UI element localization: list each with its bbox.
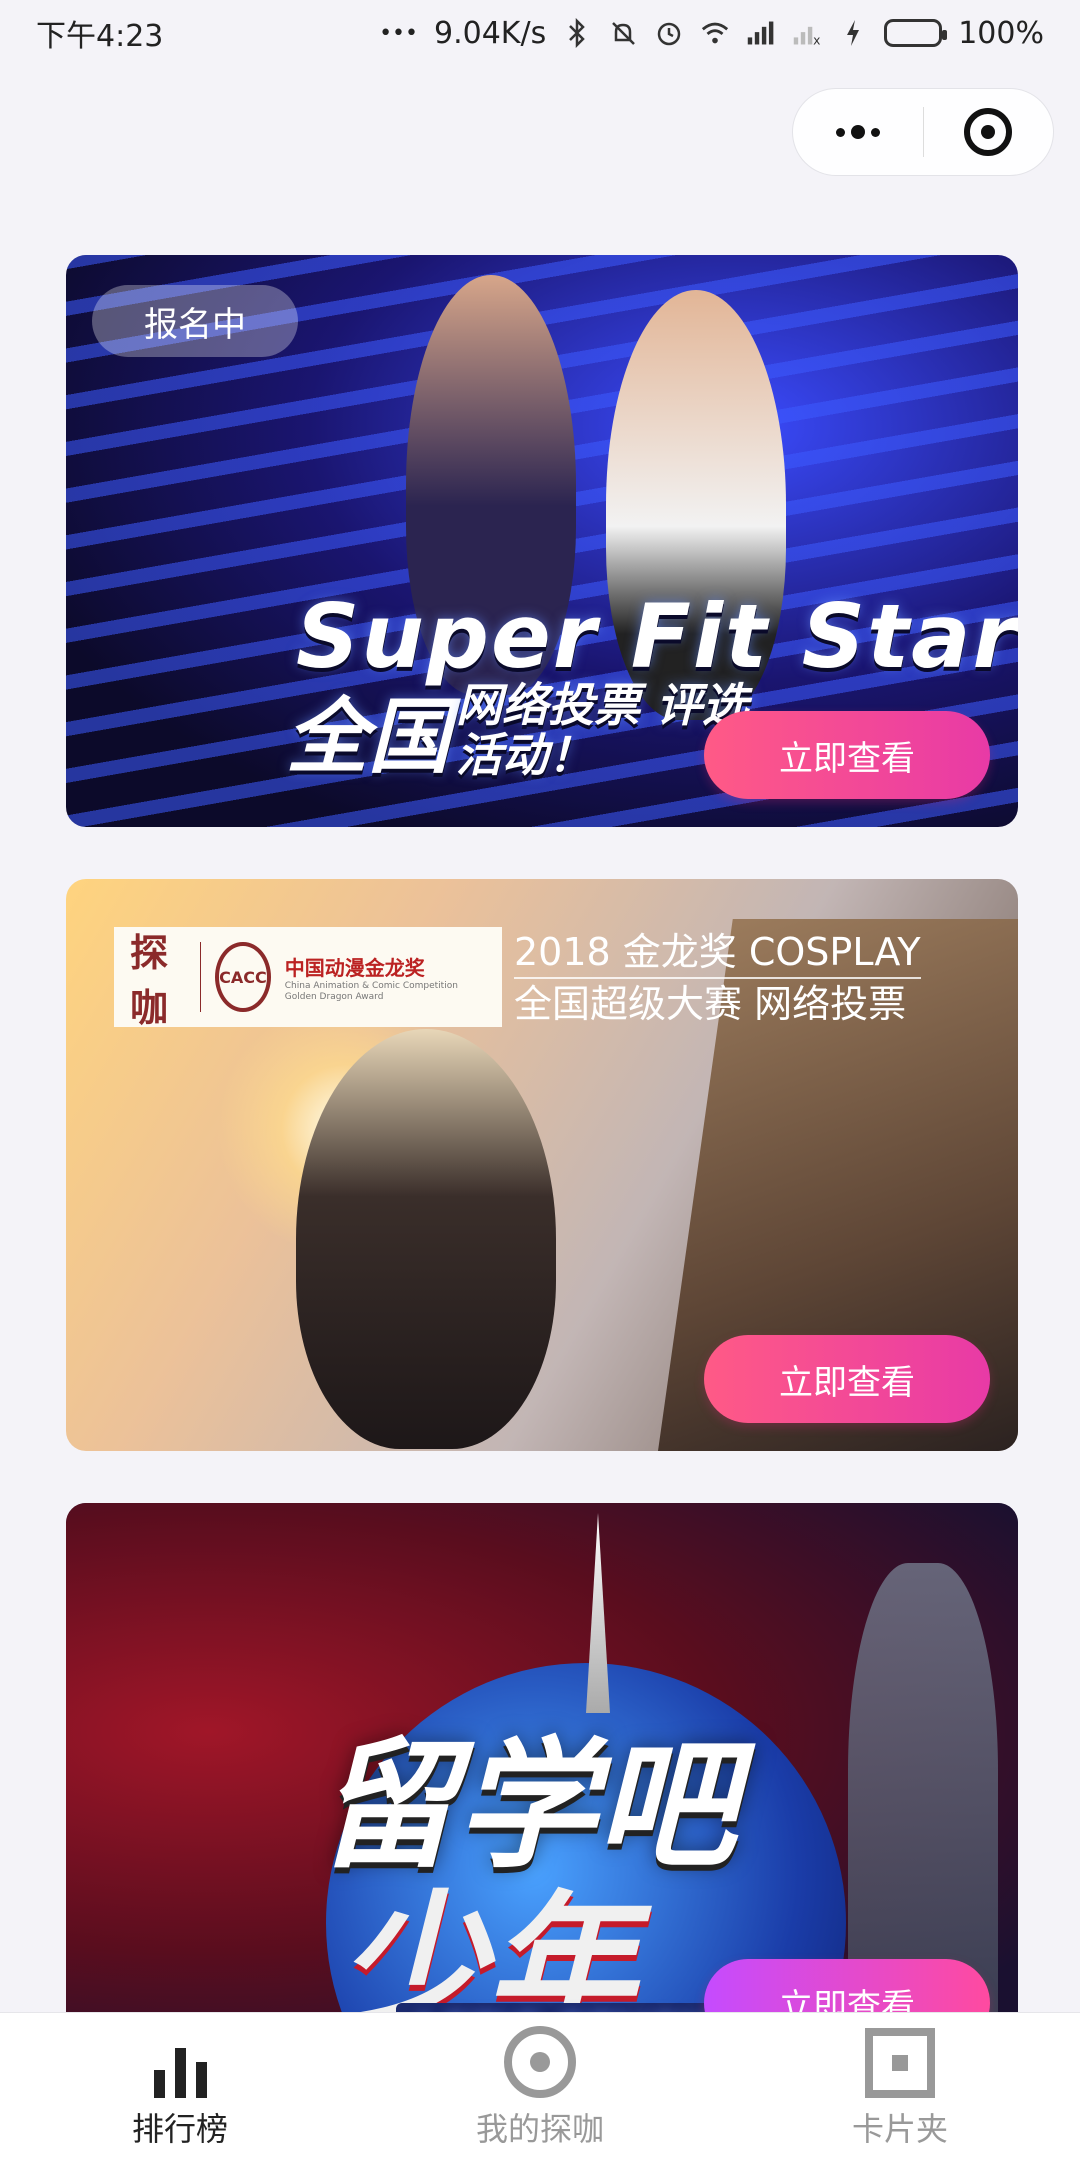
network-speed: 9.04K/s bbox=[434, 15, 547, 51]
award-english-name: China Animation & Comic Competition Gold… bbox=[284, 980, 458, 1002]
target-icon bbox=[504, 2025, 576, 2098]
mute-bell-icon bbox=[608, 18, 638, 48]
tab-my-tanka[interactable]: 我的探咖 bbox=[360, 2013, 720, 2160]
card-folder-icon bbox=[865, 2027, 935, 2098]
event-feed: Super Fit Star 全国 网络投票 评选活动！ 报名中 立即查看 探咖… bbox=[66, 255, 1018, 2127]
banner-text: 2018 金龙奖 COSPLAY 全国超级大赛 网络投票 bbox=[514, 927, 921, 1029]
wifi-icon bbox=[700, 18, 730, 48]
status-badge: 报名中 bbox=[92, 285, 298, 357]
more-menu-button[interactable] bbox=[793, 89, 923, 175]
tab-label: 我的探咖 bbox=[475, 2109, 604, 2148]
bluetooth-icon bbox=[562, 18, 592, 48]
signal-weak-icon: x bbox=[792, 18, 822, 48]
art-title: 全国 bbox=[286, 690, 450, 785]
signal-icon bbox=[746, 18, 776, 48]
svg-text:x: x bbox=[813, 33, 820, 47]
cosplay-figure bbox=[296, 1029, 556, 1449]
event-card[interactable]: Super Fit Star 全国 网络投票 评选活动！ 报名中 立即查看 bbox=[66, 255, 1018, 827]
banner-logo: 探咖 CACC 中国动漫金龙奖 China Animation & Comic … bbox=[114, 927, 502, 1030]
tab-card-folder[interactable]: 卡片夹 bbox=[720, 2013, 1080, 2160]
bar-chart-icon bbox=[153, 2042, 207, 2098]
banner-line: 2018 金龙奖 COSPLAY bbox=[514, 930, 921, 974]
bottom-tab-bar: 排行榜 我的探咖 卡片夹 bbox=[0, 2012, 1080, 2160]
tab-leaderboard[interactable]: 排行榜 bbox=[0, 2013, 360, 2160]
banner-line: 全国超级大赛 网络投票 bbox=[514, 977, 921, 1029]
battery-percent: 100% bbox=[958, 15, 1044, 51]
view-now-button[interactable]: 立即查看 bbox=[704, 1335, 990, 1423]
tab-label: 卡片夹 bbox=[851, 2109, 948, 2148]
status-bar: 下午4:23 ••• 9.04K/s x 100% bbox=[0, 0, 1080, 66]
dragon-logo-icon: CACC bbox=[215, 942, 271, 1012]
more-dots: ••• bbox=[379, 20, 418, 46]
tab-label: 排行榜 bbox=[131, 2109, 228, 2148]
status-time: 下午4:23 bbox=[36, 19, 164, 54]
close-miniprogram-button[interactable] bbox=[924, 89, 1054, 175]
miniprogram-capsule bbox=[792, 88, 1054, 176]
target-icon bbox=[964, 108, 1013, 156]
award-name: 中国动漫金龙奖 bbox=[284, 955, 425, 980]
alarm-icon bbox=[654, 18, 684, 48]
event-card[interactable]: 探咖 CACC 中国动漫金龙奖 China Animation & Comic … bbox=[66, 879, 1018, 1451]
event-card[interactable]: 留学吧 少年 LET'S STUDY 立即查看 bbox=[66, 1503, 1018, 2075]
charging-icon bbox=[838, 18, 868, 48]
view-now-button[interactable]: 立即查看 bbox=[704, 711, 990, 799]
more-dots-icon bbox=[835, 125, 880, 139]
battery-icon bbox=[884, 19, 948, 47]
brand-name: 探咖 bbox=[130, 931, 169, 1030]
